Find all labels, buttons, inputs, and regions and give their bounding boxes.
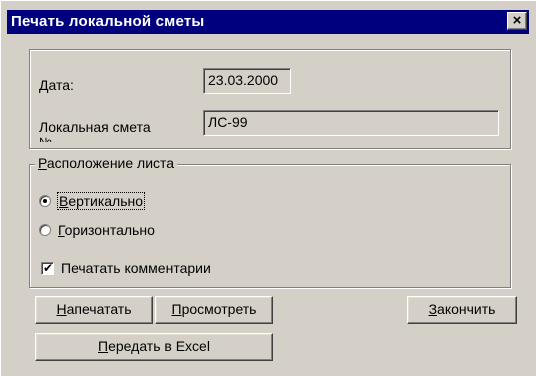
radio-horizontal[interactable]: Горизонтально bbox=[39, 222, 155, 238]
print-button[interactable]: Напечатать bbox=[35, 296, 153, 324]
radio-vertical-label: Вертикально bbox=[56, 192, 146, 210]
radio-vertical-control[interactable] bbox=[39, 195, 51, 207]
estimate-number-value: ЛС-99 bbox=[208, 114, 248, 130]
radio-horizontal-label: Горизонтально bbox=[58, 222, 155, 238]
finish-button[interactable]: Закончить bbox=[407, 296, 517, 324]
radio-vertical[interactable]: Вертикально bbox=[39, 192, 146, 210]
estimate-number-field[interactable]: ЛС-99 bbox=[203, 110, 499, 136]
radio-horizontal-control[interactable] bbox=[39, 224, 51, 236]
estimate-label-number: № bbox=[39, 135, 52, 142]
estimate-label: Локальная смета bbox=[39, 119, 151, 135]
print-estimate-dialog: Печать локальной сметы × Дата: 23.03.200… bbox=[0, 0, 536, 376]
print-comments-checkbox[interactable]: ✔ Печатать комментарии bbox=[41, 260, 211, 276]
date-field[interactable]: 23.03.2000 bbox=[203, 68, 291, 94]
close-icon: × bbox=[512, 12, 522, 29]
title-bar[interactable]: Печать локальной сметы × bbox=[7, 10, 529, 34]
date-value: 23.03.2000 bbox=[208, 72, 279, 88]
page-layout-legend: Расположение листа bbox=[35, 155, 178, 171]
checkmark-icon: ✔ bbox=[43, 260, 54, 275]
date-label: Дата: bbox=[39, 77, 74, 93]
print-comments-label: Печатать комментарии bbox=[61, 260, 211, 276]
close-button[interactable]: × bbox=[507, 12, 527, 30]
window-title: Печать локальной сметы bbox=[11, 13, 205, 30]
preview-button[interactable]: Просмотреть bbox=[155, 296, 273, 324]
export-excel-button[interactable]: Передать в Excel bbox=[35, 333, 273, 361]
print-comments-check-control[interactable]: ✔ bbox=[41, 260, 54, 275]
